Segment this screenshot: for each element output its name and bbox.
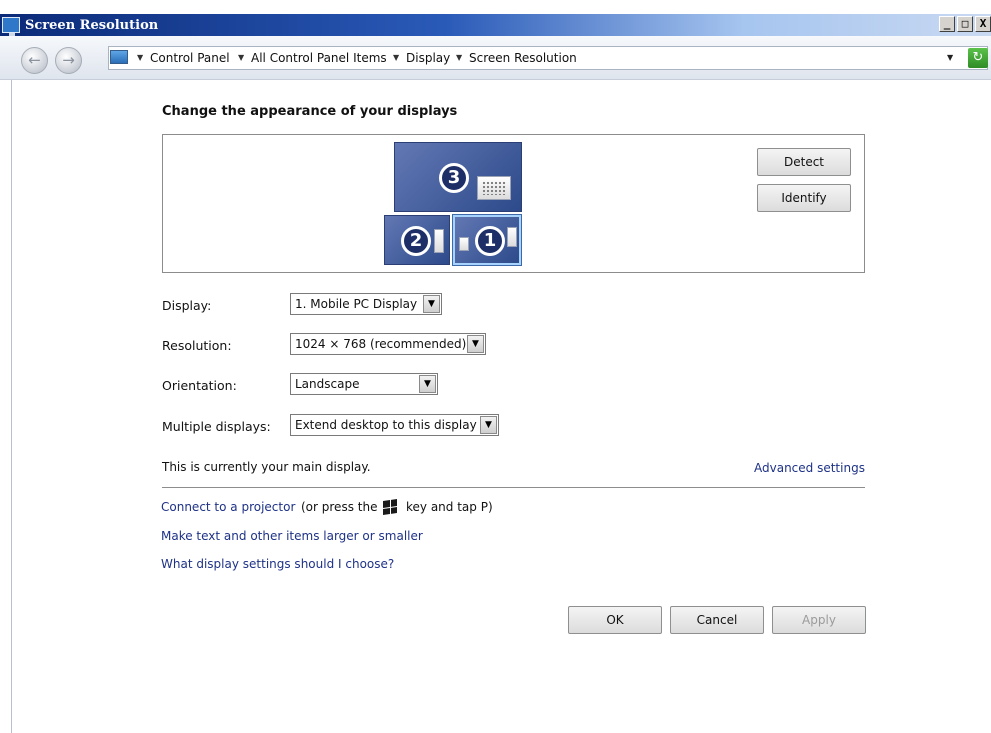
display-select[interactable]: 1. Mobile PC Display ▼: [290, 293, 442, 315]
window-left-border: [11, 80, 12, 733]
monitor-3[interactable]: 3: [394, 142, 522, 212]
chevron-down-icon[interactable]: ▼: [419, 375, 436, 393]
display-label: Display:: [162, 298, 212, 313]
orientation-select[interactable]: Landscape ▼: [290, 373, 438, 395]
window-controls: _ □ X: [939, 16, 991, 32]
chevron-down-icon[interactable]: ▼: [480, 416, 497, 434]
multiple-displays-select-value: Extend desktop to this display: [295, 418, 477, 432]
chevron-down-icon[interactable]: ▼: [423, 295, 440, 313]
ok-button[interactable]: OK: [568, 606, 662, 634]
connect-projector-link[interactable]: Connect to a projector: [161, 500, 295, 514]
minimize-button[interactable]: _: [939, 16, 955, 32]
back-arrow-icon[interactable]: ←: [21, 47, 48, 74]
control-panel-icon: [110, 50, 128, 64]
close-button[interactable]: X: [975, 16, 991, 32]
breadcrumb-arrow-icon[interactable]: ▼: [238, 53, 244, 62]
monitor-3-desktop-icon: [477, 176, 511, 200]
forward-arrow-icon[interactable]: →: [55, 47, 82, 74]
monitor-2-number: 2: [401, 226, 431, 256]
resolution-label: Resolution:: [162, 338, 232, 353]
monitor-1-number: 1: [475, 226, 505, 256]
resolution-select-value: 1024 × 768 (recommended): [295, 337, 467, 351]
orientation-select-value: Landscape: [295, 377, 360, 391]
cancel-button[interactable]: Cancel: [670, 606, 764, 634]
monitor-1-desktop-icon-left: [459, 237, 469, 251]
section-divider: [162, 487, 865, 488]
detect-button[interactable]: Detect: [757, 148, 851, 176]
display-arrangement-panel: 3 2 1 Detect Identify: [162, 134, 865, 273]
windows-logo-key-icon: [383, 499, 397, 515]
monitor-1[interactable]: 1: [453, 215, 521, 265]
breadcrumb-screen-resolution[interactable]: Screen Resolution: [469, 51, 577, 65]
display-help-link[interactable]: What display settings should I choose?: [161, 557, 394, 571]
refresh-icon[interactable]: ↻: [968, 48, 988, 68]
projector-hint-prefix: (or press the: [301, 500, 378, 514]
page-heading: Change the appearance of your displays: [162, 104, 458, 119]
text-size-link[interactable]: Make text and other items larger or smal…: [161, 529, 423, 543]
resolution-select[interactable]: 1024 × 768 (recommended) ▼: [290, 333, 486, 355]
breadcrumb-display[interactable]: Display: [406, 51, 450, 65]
identify-button[interactable]: Identify: [757, 184, 851, 212]
orientation-label: Orientation:: [162, 378, 237, 393]
breadcrumb-control-panel[interactable]: Control Panel: [150, 51, 230, 65]
window-title: Screen Resolution: [25, 17, 159, 33]
advanced-settings-link[interactable]: Advanced settings: [754, 461, 865, 475]
address-history-dropdown-icon[interactable]: ▼: [947, 53, 953, 62]
multiple-displays-select[interactable]: Extend desktop to this display ▼: [290, 414, 499, 436]
monitor-3-number: 3: [439, 163, 469, 193]
main-display-status: This is currently your main display.: [162, 460, 371, 474]
maximize-button[interactable]: □: [957, 16, 973, 32]
apply-button[interactable]: Apply: [772, 606, 866, 634]
breadcrumb-arrow-icon[interactable]: ▼: [137, 53, 143, 62]
display-app-icon: [2, 17, 20, 36]
projector-hint-suffix: key and tap P): [406, 500, 493, 514]
breadcrumb-arrow-icon[interactable]: ▼: [456, 53, 462, 62]
display-select-value: 1. Mobile PC Display: [295, 297, 418, 311]
title-bar: Screen Resolution _ □ X: [0, 14, 991, 36]
monitor-2[interactable]: 2: [384, 215, 450, 265]
multiple-displays-label: Multiple displays:: [162, 419, 271, 434]
breadcrumb-all-items[interactable]: All Control Panel Items: [251, 51, 387, 65]
monitor-2-desktop-icon: [434, 229, 444, 253]
chevron-down-icon[interactable]: ▼: [467, 335, 484, 353]
monitor-1-desktop-icon-right: [507, 227, 517, 247]
breadcrumb-arrow-icon[interactable]: ▼: [393, 53, 399, 62]
